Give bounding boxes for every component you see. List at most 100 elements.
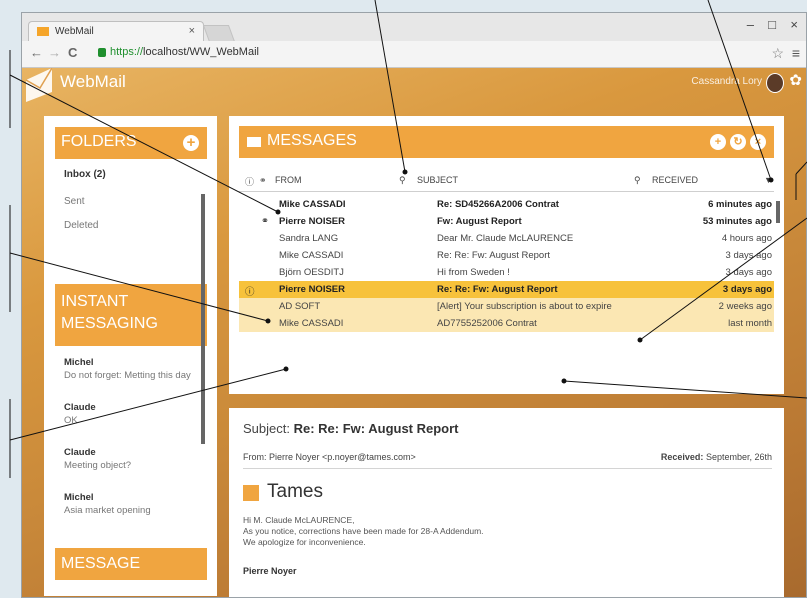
table-row[interactable]: Mike CASSADI Re: Re: Fw: August Report 3…: [239, 247, 774, 264]
messages-scrollbar[interactable]: [776, 201, 780, 223]
message-title: MESSAGE: [61, 555, 141, 572]
app-header: WebMail Cassandra Lory ✿: [22, 68, 806, 102]
search-received-icon[interactable]: ⚲: [634, 175, 641, 186]
im-title-line2: MESSAGING: [61, 315, 158, 332]
bookmark-star-icon[interactable]: ☆: [771, 45, 784, 62]
row-subject: Re: SD45266A2006 Contrat: [437, 199, 559, 210]
importance-icon: ⓘ: [245, 287, 255, 298]
browser-window: WebMail × – □ × ← → C https://localhost/…: [21, 12, 807, 598]
delete-button[interactable]: ×: [750, 134, 766, 150]
table-row[interactable]: Björn OESDITJ Hi from Sweden ! 3 days ag…: [239, 264, 774, 281]
url-field[interactable]: https://localhost/WW_WebMail: [110, 46, 259, 58]
browser-tab[interactable]: WebMail ×: [28, 21, 204, 41]
im-message[interactable]: Michel Do not forget: Metting this day: [64, 356, 204, 382]
from-value[interactable]: Pierre Noyer <p.noyer@tames.com>: [269, 452, 416, 462]
messages-title: MESSAGES: [267, 132, 357, 149]
avatar[interactable]: [766, 73, 784, 93]
folder-inbox[interactable]: Inbox (2): [64, 169, 106, 180]
close-window-button[interactable]: ×: [790, 17, 798, 32]
row-received: 6 minutes ago: [708, 199, 772, 210]
row-subject: Hi from Sweden !: [437, 267, 510, 278]
importance-icon[interactable]: ⓘ: [245, 175, 254, 188]
gear-icon[interactable]: ✿: [789, 71, 802, 89]
envelope-icon: [247, 137, 261, 147]
im-sender: Michel: [64, 357, 94, 368]
forward-icon[interactable]: →: [48, 45, 61, 60]
sort-down-icon[interactable]: ▼: [764, 175, 773, 185]
subject-value: Re: Re: Fw: August Report: [293, 421, 459, 436]
back-icon[interactable]: ←: [30, 45, 43, 60]
new-message-button[interactable]: +: [710, 134, 726, 150]
new-tab-button[interactable]: [202, 25, 236, 42]
messages-panel: MESSAGES + ↻ × ⓘ ⚭ FROM ⚲ SUBJECT ⚲ RECE…: [229, 116, 784, 394]
folder-deleted[interactable]: Deleted: [64, 220, 98, 231]
im-text: OK: [64, 415, 78, 426]
row-from: Pierre NOISER: [279, 216, 345, 227]
search-subject-icon[interactable]: ⚲: [399, 175, 406, 186]
url-scheme: https://: [110, 46, 144, 58]
row-subject: Dear Mr. Claude McLAURENCE: [437, 233, 574, 244]
row-subject: [Alert] Your subscription is about to ex…: [437, 301, 612, 312]
row-subject: Re: Re: Fw: August Report: [437, 284, 558, 295]
row-from: Sandra LANG: [279, 233, 339, 244]
preview-subject: Subject: Re: Re: Fw: August Report: [243, 421, 459, 436]
im-text: Asia market opening: [64, 505, 151, 516]
table-row[interactable]: AD SOFT [Alert] Your subscription is abo…: [239, 298, 774, 315]
signature: Pierre Noyer: [243, 566, 297, 576]
app-title: WebMail: [60, 72, 126, 91]
divider: [243, 468, 772, 469]
from-label: From:: [243, 452, 267, 462]
preview-received: Received: September, 26th: [661, 452, 772, 462]
column-received[interactable]: RECEIVED: [652, 175, 698, 185]
webmail-logo-icon: [26, 68, 52, 102]
message-preview: Subject: Re: Re: Fw: August Report From:…: [229, 408, 784, 597]
im-message[interactable]: Claude OK: [64, 401, 204, 427]
row-from: AD SOFT: [279, 301, 321, 312]
im-message[interactable]: Claude Meeting object?: [64, 446, 204, 472]
instant-messaging-title: INSTANT MESSAGING: [61, 291, 158, 335]
row-subject: AD7755252006 Contrat: [437, 318, 537, 329]
row-received: 3 days ago: [725, 267, 772, 278]
lock-icon: [98, 48, 106, 57]
browser-menu-icon[interactable]: ≡: [792, 45, 800, 61]
table-row[interactable]: Sandra LANG Dear Mr. Claude McLAURENCE 4…: [239, 230, 774, 247]
column-headers: ⓘ ⚭ FROM ⚲ SUBJECT ⚲ RECEIVED ▼: [239, 171, 774, 192]
folders-title: FOLDERS: [61, 133, 137, 150]
row-received: 2 weeks ago: [718, 301, 772, 312]
reload-icon[interactable]: C: [68, 45, 77, 60]
maximize-button[interactable]: □: [768, 17, 776, 32]
tab-title: WebMail: [55, 26, 94, 37]
row-subject: Re: Re: Fw: August Report: [437, 250, 550, 261]
row-received: 4 hours ago: [721, 233, 772, 244]
instant-messaging-header: INSTANT MESSAGING: [55, 284, 207, 346]
column-from[interactable]: FROM: [275, 175, 302, 185]
row-received: last month: [728, 318, 772, 329]
im-text: Do not forget: Metting this day: [64, 370, 191, 381]
table-row-selected[interactable]: ⓘ Pierre NOISER Re: Re: Fw: August Repor…: [239, 281, 774, 298]
table-row[interactable]: ⚭ Pierre NOISER Fw: August Report 53 min…: [239, 213, 774, 230]
im-message[interactable]: Michel Asia market opening: [64, 491, 204, 517]
left-scrollbar[interactable]: [201, 194, 205, 444]
row-received: 53 minutes ago: [702, 216, 772, 227]
im-title-line1: INSTANT: [61, 293, 129, 310]
folders-header: FOLDERS +: [55, 127, 207, 159]
address-bar: ← → C https://localhost/WW_WebMail ☆ ≡: [22, 41, 806, 68]
body-line: We apologize for inconvenience.: [243, 537, 366, 547]
column-subject[interactable]: SUBJECT: [417, 175, 458, 185]
add-folder-button[interactable]: +: [183, 135, 199, 151]
user-name[interactable]: Cassandra Lory: [691, 76, 762, 87]
folder-sent[interactable]: Sent: [64, 196, 85, 207]
tab-close-icon[interactable]: ×: [189, 25, 195, 37]
webmail-app: WebMail Cassandra Lory ✿ FOLDERS + Inbox…: [22, 68, 806, 597]
im-sender: Claude: [64, 447, 96, 458]
table-row[interactable]: Mike CASSADI AD7755252006 Contrat last m…: [239, 315, 774, 332]
attachment-icon: ⚭: [261, 216, 269, 227]
minimize-button[interactable]: –: [747, 17, 754, 32]
row-from: Mike CASSADI: [279, 250, 344, 261]
received-label: Received:: [660, 452, 704, 462]
attachment-icon[interactable]: ⚭: [259, 175, 267, 186]
left-panel: FOLDERS + Inbox (2) Sent Deleted INSTANT…: [44, 116, 217, 596]
subject-label: Subject:: [243, 421, 290, 436]
refresh-button[interactable]: ↻: [730, 134, 746, 150]
table-row[interactable]: Mike CASSADI Re: SD45266A2006 Contrat 6 …: [239, 196, 774, 213]
